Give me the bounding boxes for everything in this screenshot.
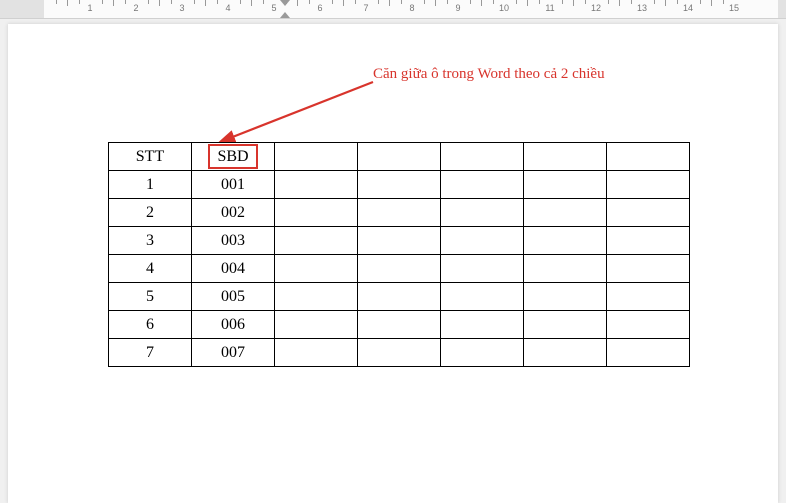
ruler-number: 3 bbox=[179, 3, 184, 13]
table-cell[interactable] bbox=[441, 283, 524, 311]
table-cell[interactable] bbox=[607, 227, 690, 255]
table-header-cell[interactable] bbox=[441, 143, 524, 171]
table-row: 5005 bbox=[109, 283, 690, 311]
ruler-number: 9 bbox=[455, 3, 460, 13]
table-cell[interactable]: 001 bbox=[192, 171, 275, 199]
table-cell[interactable] bbox=[607, 171, 690, 199]
table-cell[interactable]: 003 bbox=[192, 227, 275, 255]
table-cell[interactable]: 2 bbox=[109, 199, 192, 227]
ruler-number: 12 bbox=[591, 3, 601, 13]
table-cell[interactable] bbox=[441, 171, 524, 199]
table-cell[interactable] bbox=[358, 339, 441, 367]
table-cell[interactable]: 1 bbox=[109, 171, 192, 199]
ruler-number: 6 bbox=[317, 3, 322, 13]
table-row: 1001 bbox=[109, 171, 690, 199]
table-cell[interactable]: 007 bbox=[192, 339, 275, 367]
table-cell[interactable] bbox=[275, 339, 358, 367]
table-cell[interactable] bbox=[524, 339, 607, 367]
table-header-cell[interactable]: STT bbox=[109, 143, 192, 171]
table-cell[interactable] bbox=[607, 255, 690, 283]
table-cell[interactable]: 5 bbox=[109, 283, 192, 311]
table-cell[interactable] bbox=[441, 311, 524, 339]
table-row: 3003 bbox=[109, 227, 690, 255]
table-cell[interactable] bbox=[607, 199, 690, 227]
table-cell[interactable] bbox=[607, 283, 690, 311]
table-row: 4004 bbox=[109, 255, 690, 283]
table-cell[interactable]: 005 bbox=[192, 283, 275, 311]
table-cell[interactable] bbox=[524, 283, 607, 311]
table-header-row: STTSBD bbox=[109, 143, 690, 171]
ruler-number: 14 bbox=[683, 3, 693, 13]
table-cell[interactable] bbox=[441, 227, 524, 255]
table-cell[interactable]: 004 bbox=[192, 255, 275, 283]
document-table[interactable]: STTSBD1001200230034004500560067007 bbox=[108, 142, 690, 367]
table-cell[interactable] bbox=[524, 311, 607, 339]
table-header-cell[interactable]: SBD bbox=[192, 143, 275, 171]
table-cell[interactable]: 002 bbox=[192, 199, 275, 227]
table-cell[interactable] bbox=[358, 311, 441, 339]
table-cell[interactable] bbox=[607, 311, 690, 339]
table-row: 7007 bbox=[109, 339, 690, 367]
hanging-indent-marker[interactable] bbox=[280, 12, 290, 18]
horizontal-ruler[interactable]: 123456789101112131415 bbox=[0, 0, 786, 19]
table-cell[interactable] bbox=[275, 311, 358, 339]
table-cell[interactable] bbox=[524, 171, 607, 199]
ruler-number: 4 bbox=[225, 3, 230, 13]
table-header-cell[interactable] bbox=[358, 143, 441, 171]
table-cell[interactable] bbox=[358, 283, 441, 311]
table-cell[interactable] bbox=[358, 255, 441, 283]
ruler-number: 1 bbox=[87, 3, 92, 13]
table-cell[interactable] bbox=[358, 227, 441, 255]
table-cell[interactable]: 006 bbox=[192, 311, 275, 339]
table-cell[interactable]: 4 bbox=[109, 255, 192, 283]
table-cell[interactable] bbox=[358, 199, 441, 227]
table-cell[interactable] bbox=[275, 227, 358, 255]
table-cell[interactable] bbox=[441, 339, 524, 367]
ruler-number: 8 bbox=[409, 3, 414, 13]
table-cell[interactable] bbox=[441, 255, 524, 283]
table-cell[interactable] bbox=[441, 199, 524, 227]
ruler-number: 15 bbox=[729, 3, 739, 13]
annotation-arrow bbox=[218, 76, 388, 146]
highlight-box bbox=[208, 144, 258, 169]
table-cell[interactable]: 7 bbox=[109, 339, 192, 367]
document-page: Căn giữa ô trong Word theo cả 2 chiều ST… bbox=[8, 24, 778, 503]
ruler-number: 10 bbox=[499, 3, 509, 13]
table-cell[interactable] bbox=[275, 171, 358, 199]
ruler-number: 11 bbox=[545, 3, 554, 13]
table-cell[interactable] bbox=[275, 283, 358, 311]
table-cell[interactable]: 3 bbox=[109, 227, 192, 255]
table-cell[interactable] bbox=[524, 255, 607, 283]
table-header-cell[interactable] bbox=[607, 143, 690, 171]
ruler-number: 7 bbox=[363, 3, 368, 13]
table-cell[interactable]: 6 bbox=[109, 311, 192, 339]
table-cell[interactable] bbox=[275, 199, 358, 227]
table-header-cell[interactable] bbox=[524, 143, 607, 171]
table-cell[interactable] bbox=[607, 339, 690, 367]
annotation-text: Căn giữa ô trong Word theo cả 2 chiều bbox=[373, 66, 605, 83]
ruler-number: 13 bbox=[637, 3, 647, 13]
table-cell[interactable] bbox=[358, 171, 441, 199]
ruler-number: 5 bbox=[271, 3, 276, 13]
table-cell[interactable] bbox=[524, 199, 607, 227]
table-cell[interactable] bbox=[275, 255, 358, 283]
ruler-number: 2 bbox=[133, 3, 138, 13]
table-cell[interactable] bbox=[524, 227, 607, 255]
table-header-cell[interactable] bbox=[275, 143, 358, 171]
table-row: 2002 bbox=[109, 199, 690, 227]
table-row: 6006 bbox=[109, 311, 690, 339]
